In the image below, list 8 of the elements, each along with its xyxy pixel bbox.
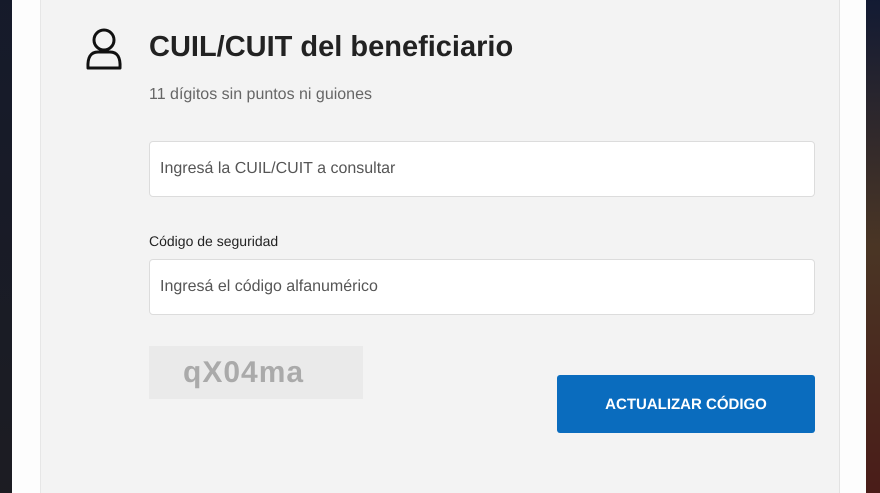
form-title: CUIL/CUIT del beneficiario [149,30,514,64]
input-field[interactable]: Ingresá el código alfanumérico [149,259,815,315]
refresh-code-button[interactable]: ACTUALIZAR CÓDIGO [557,375,815,433]
field-label: Código de seguridad [149,233,280,249]
captcha-image: qX04ma [149,346,363,399]
user-icon [84,28,124,70]
input-field[interactable]: Ingresá la CUIL/CUIT a consultar [149,141,815,197]
hint-text: 11 dígitos sin puntos ni guiones [149,86,373,104]
